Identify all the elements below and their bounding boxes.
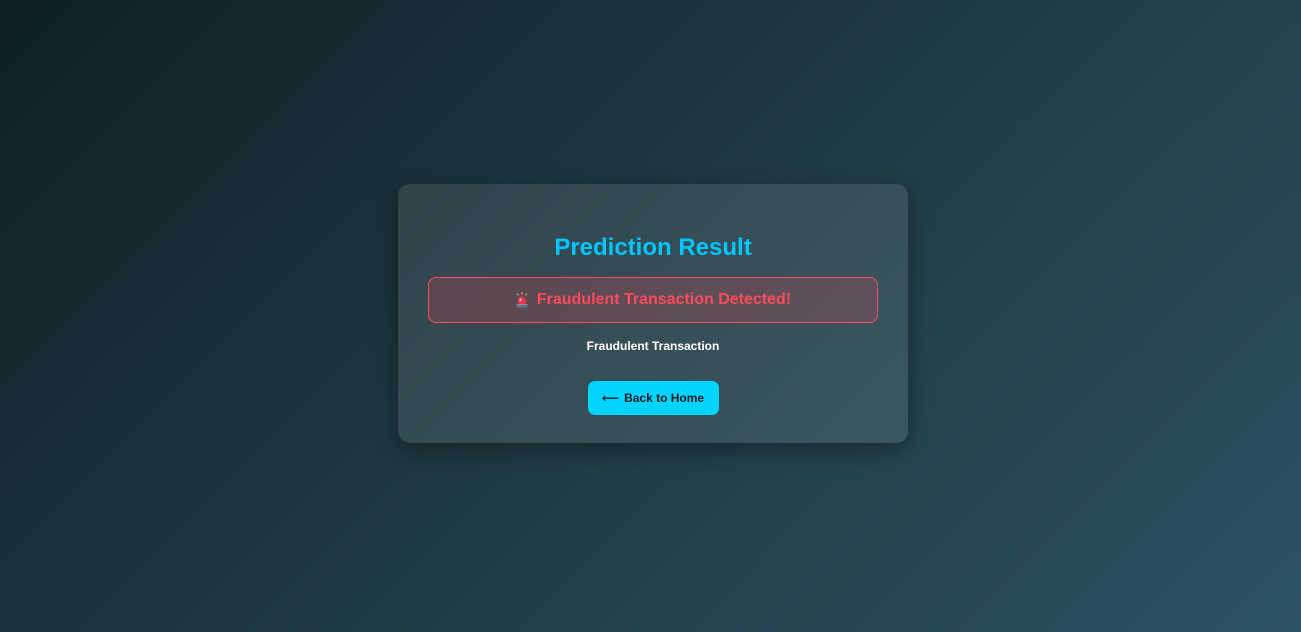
arrow-left-icon: ⟵ <box>601 391 620 405</box>
alert-message: Fraudulent Transaction Detected! <box>536 291 792 308</box>
result-card: Prediction Result Fraudulent Transaction… <box>398 184 908 443</box>
fraud-alert-banner: Fraudulent Transaction Detected! <box>428 277 878 323</box>
back-to-home-button[interactable]: ⟵ Back to Home <box>587 381 719 415</box>
police-siren-icon <box>515 291 529 309</box>
back-button-label: Back to Home <box>624 391 705 405</box>
prediction-detail: Fraudulent Transaction <box>586 339 720 353</box>
page-title: Prediction Result <box>554 234 752 261</box>
